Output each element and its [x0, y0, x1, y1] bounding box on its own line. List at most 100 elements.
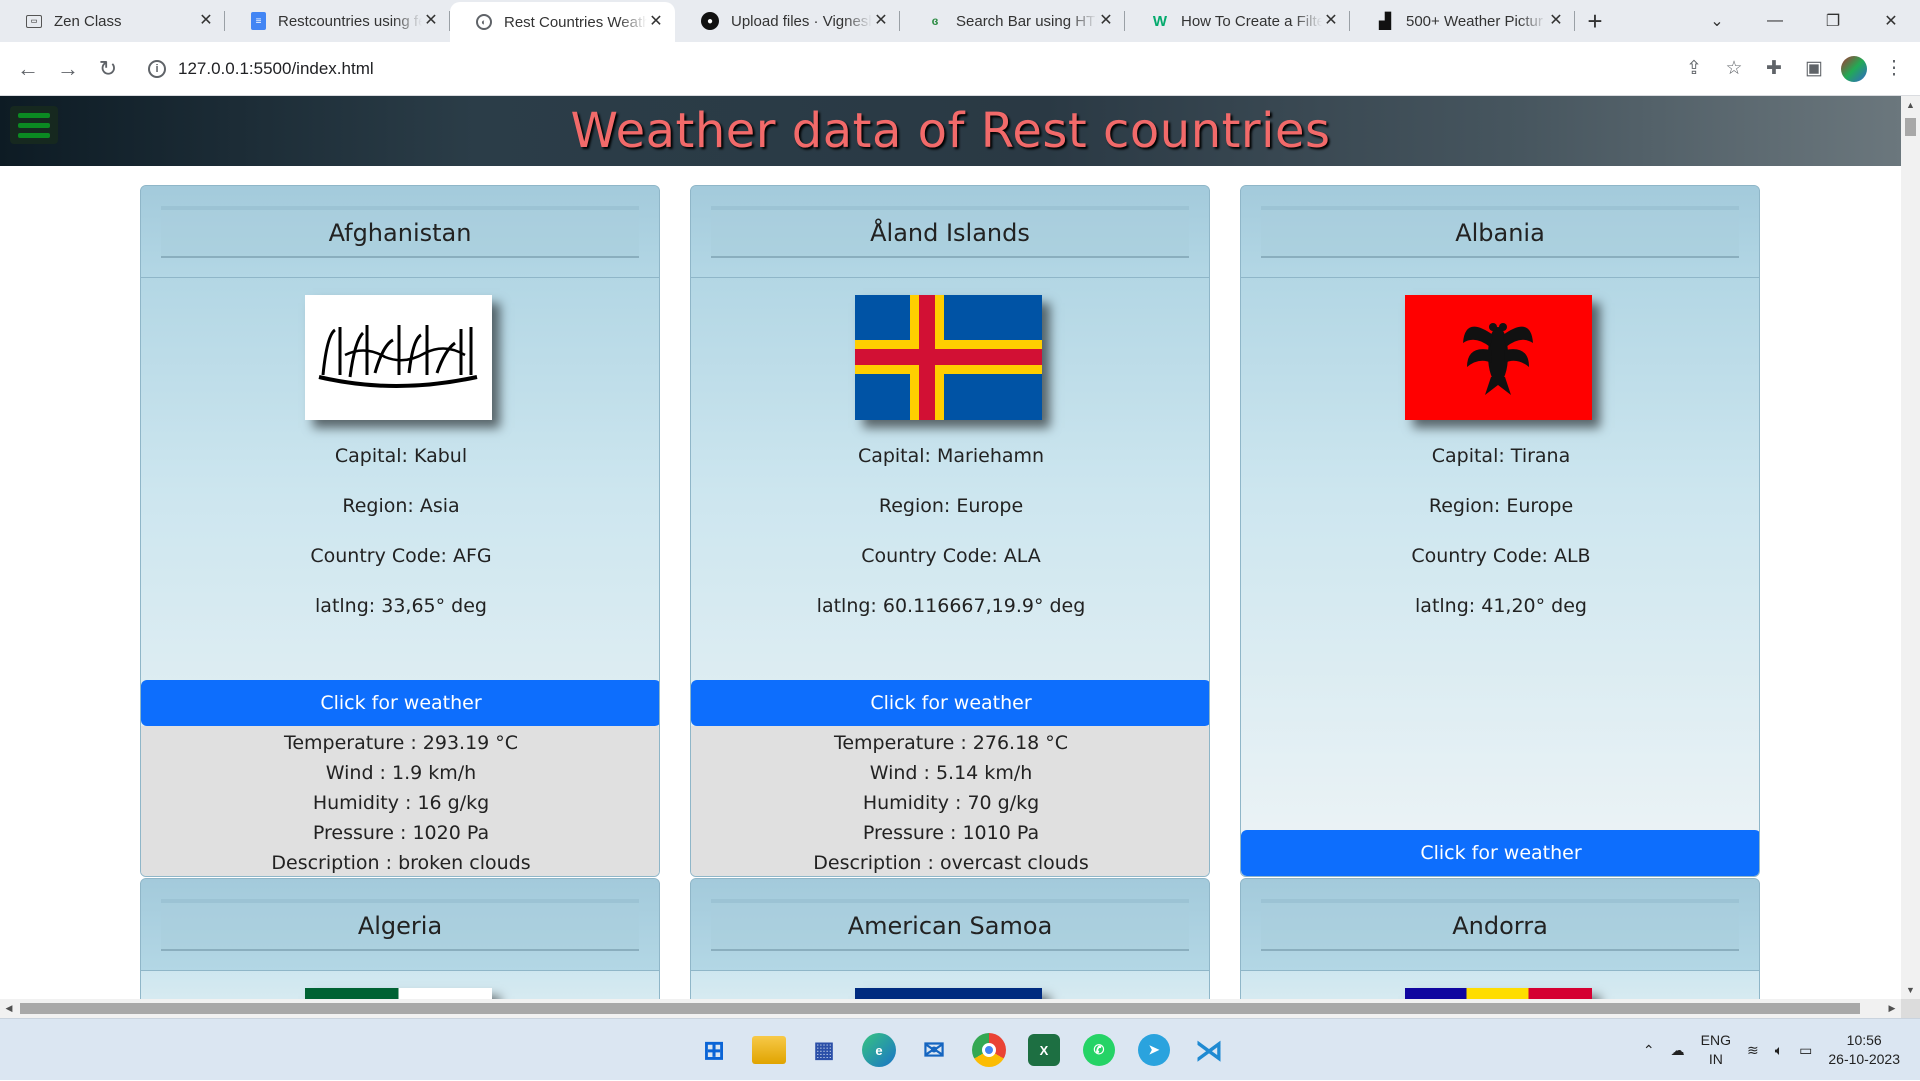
capital-text: Capital: Tirana — [1431, 445, 1571, 467]
tab-rest-countries-weather[interactable]: ◐ Rest Countries Weath ✕ — [450, 2, 675, 42]
address-bar[interactable]: i 127.0.0.1:5500/index.html — [136, 49, 1646, 88]
wind-text: Wind : 1.9 km/h — [325, 762, 477, 784]
tab-how-to-filter[interactable]: W How To Create a Filte ✕ — [1125, 0, 1350, 42]
edge-icon[interactable]: e — [862, 1033, 896, 1067]
tab-zen-class[interactable]: ▭ Zen Class ✕ — [0, 0, 225, 42]
scroll-right-arrow-icon[interactable]: ▶ — [1883, 999, 1901, 1018]
country-name: Åland Islands — [870, 218, 1030, 247]
scroll-down-arrow-icon[interactable]: ▼ — [1901, 981, 1920, 999]
click-for-weather-button[interactable]: Click for weather — [691, 680, 1209, 726]
description-text: Description : broken clouds — [271, 852, 531, 874]
country-card-albania: Albania Capital: Tirana Region: Europe C… — [1240, 185, 1760, 877]
tab-github-upload[interactable]: ● Upload files · Vignesh ✕ — [675, 0, 900, 42]
tab-search-bar-gfg[interactable]: ɞ Search Bar using HTM ✕ — [900, 0, 1125, 42]
close-tab-icon[interactable]: ✕ — [1097, 12, 1115, 30]
region-text: Region: Europe — [878, 495, 1024, 517]
restore-button[interactable]: ❐ — [1804, 0, 1862, 42]
weather-panel: Temperature : 293.19 °C Wind : 1.9 km/h … — [141, 726, 659, 876]
close-tab-icon[interactable]: ✕ — [422, 12, 440, 30]
site-info-icon[interactable]: i — [148, 59, 166, 78]
remote-desktop-icon[interactable]: ▦ — [802, 1029, 846, 1071]
flag-algeria-image — [305, 988, 492, 999]
new-tab-button[interactable]: + — [1575, 0, 1615, 42]
show-hidden-icons-chevron[interactable]: ⌃ — [1643, 1041, 1655, 1060]
capital-text: Capital: Mariehamn — [857, 445, 1045, 467]
tab-restcountries-doc[interactable]: ≡ Restcountries using fe ✕ — [225, 0, 450, 42]
hamburger-menu-icon[interactable] — [10, 106, 58, 144]
clock-time: 10:56 — [1846, 1032, 1882, 1048]
tab-title: Restcountries using fe — [278, 12, 422, 30]
weather-panel: Temperature : 276.18 °C Wind : 5.14 km/h… — [691, 726, 1209, 876]
country-name: Albania — [1455, 218, 1545, 247]
region-text: Region: Asia — [342, 495, 460, 517]
close-tab-icon[interactable]: ✕ — [1547, 12, 1565, 30]
country-code-text: Country Code: ALB — [1411, 545, 1591, 567]
region-code: IN — [1708, 1051, 1723, 1067]
forward-arrow-icon[interactable]: → — [48, 49, 88, 89]
country-card-aland-islands: Åland Islands Capital: Mariehamn Region:… — [690, 185, 1210, 877]
share-icon[interactable]: ⇪ — [1674, 49, 1714, 89]
country-name: American Samoa — [847, 911, 1053, 940]
volume-icon[interactable]: 🔈︎ — [1775, 1041, 1783, 1060]
whatsapp-icon[interactable]: ✆ — [1083, 1034, 1115, 1066]
excel-icon[interactable]: X — [1028, 1034, 1060, 1066]
url-text: 127.0.0.1:5500/index.html — [178, 58, 374, 78]
country-card-afghanistan: Afghanistan Capital: Kabul Region: Asia … — [140, 185, 660, 877]
language-indicator[interactable]: ENG IN — [1701, 1031, 1731, 1069]
tab-search-chevron-icon[interactable]: ⌄ — [1688, 0, 1746, 42]
close-window-button[interactable]: ✕ — [1862, 0, 1920, 42]
humidity-text: Humidity : 70 g/kg — [862, 792, 1040, 814]
reload-icon[interactable]: ↻ — [88, 49, 128, 89]
kebab-menu-icon[interactable]: ⋮ — [1874, 49, 1914, 89]
region-text: Region: Europe — [1428, 495, 1574, 517]
scroll-left-arrow-icon[interactable]: ◀ — [0, 999, 18, 1018]
vertical-scroll-thumb[interactable] — [1905, 118, 1916, 136]
windows-start-icon[interactable]: ⊞ — [692, 1029, 736, 1071]
horizontal-scroll-thumb[interactable] — [20, 1003, 1860, 1014]
clock[interactable]: 10:56 26-10-2023 — [1828, 1031, 1900, 1069]
country-card-algeria: Algeria — [140, 878, 660, 999]
gfg-icon: ɞ — [931, 14, 939, 28]
telegram-icon[interactable]: ➤ — [1138, 1034, 1170, 1066]
flag-albania-image — [1405, 295, 1592, 420]
close-tab-icon[interactable]: ✕ — [197, 12, 215, 30]
vertical-scrollbar[interactable]: ▲ ▼ — [1901, 96, 1920, 999]
minimize-button[interactable]: — — [1746, 0, 1804, 42]
tab-weather-pictures[interactable]: ▟ 500+ Weather Pictur ✕ — [1350, 0, 1575, 42]
scroll-up-arrow-icon[interactable]: ▲ — [1901, 96, 1920, 114]
click-for-weather-button[interactable]: Click for weather — [141, 680, 659, 726]
country-code-text: Country Code: ALA — [861, 545, 1041, 567]
profile-avatar[interactable] — [1841, 55, 1867, 82]
page-header: Weather data of Rest countries — [0, 96, 1901, 166]
github-icon: ● — [701, 12, 719, 30]
system-tray: ⌃ ☁ ENG IN ≋ 🔈︎ ▭ 10:56 26-10-2023 — [1635, 1019, 1920, 1081]
tab-title: 500+ Weather Pictur — [1406, 12, 1543, 30]
bookmark-star-icon[interactable]: ☆ — [1714, 49, 1754, 89]
onedrive-cloud-icon[interactable]: ☁ — [1671, 1041, 1685, 1060]
close-tab-icon[interactable]: ✕ — [1322, 12, 1340, 30]
click-for-weather-button[interactable]: Click for weather — [1241, 830, 1759, 876]
chrome-icon[interactable] — [972, 1033, 1006, 1067]
side-panel-icon[interactable]: ▣ — [1794, 49, 1834, 89]
extensions-icon[interactable]: ✚ — [1754, 49, 1794, 89]
temperature-text: Temperature : 293.19 °C — [283, 732, 519, 754]
horizontal-scrollbar[interactable]: ◀ ▶ — [0, 999, 1901, 1018]
back-arrow-icon[interactable]: ← — [8, 49, 48, 89]
zen-class-icon: ▭ — [26, 14, 42, 28]
tab-title: How To Create a Filte — [1181, 12, 1322, 30]
country-card-andorra: Andorra — [1240, 878, 1760, 999]
pressure-text: Pressure : 1020 Pa — [312, 822, 490, 844]
windows-taskbar: ⊞ ▦ e ✉ X ✆ ➤ ⋊ ⌃ ☁ ENG IN ≋ 🔈︎ ▭ 10:56 … — [0, 1018, 1920, 1080]
tab-title: Rest Countries Weath — [504, 13, 647, 31]
latlng-text: latlng: 33,65° deg — [315, 595, 487, 617]
close-tab-icon[interactable]: ✕ — [872, 12, 890, 30]
battery-icon[interactable]: ▭ — [1799, 1041, 1812, 1060]
docs-icon: ≡ — [251, 12, 266, 30]
mail-icon[interactable]: ✉ — [912, 1029, 956, 1071]
latlng-text: latlng: 60.116667,19.9° deg — [816, 595, 1086, 617]
file-explorer-icon[interactable] — [752, 1036, 786, 1064]
close-tab-icon[interactable]: ✕ — [647, 13, 665, 31]
country-name: Andorra — [1452, 911, 1548, 940]
vscode-icon[interactable]: ⋊ — [1187, 1029, 1231, 1071]
wifi-icon[interactable]: ≋ — [1747, 1041, 1759, 1060]
